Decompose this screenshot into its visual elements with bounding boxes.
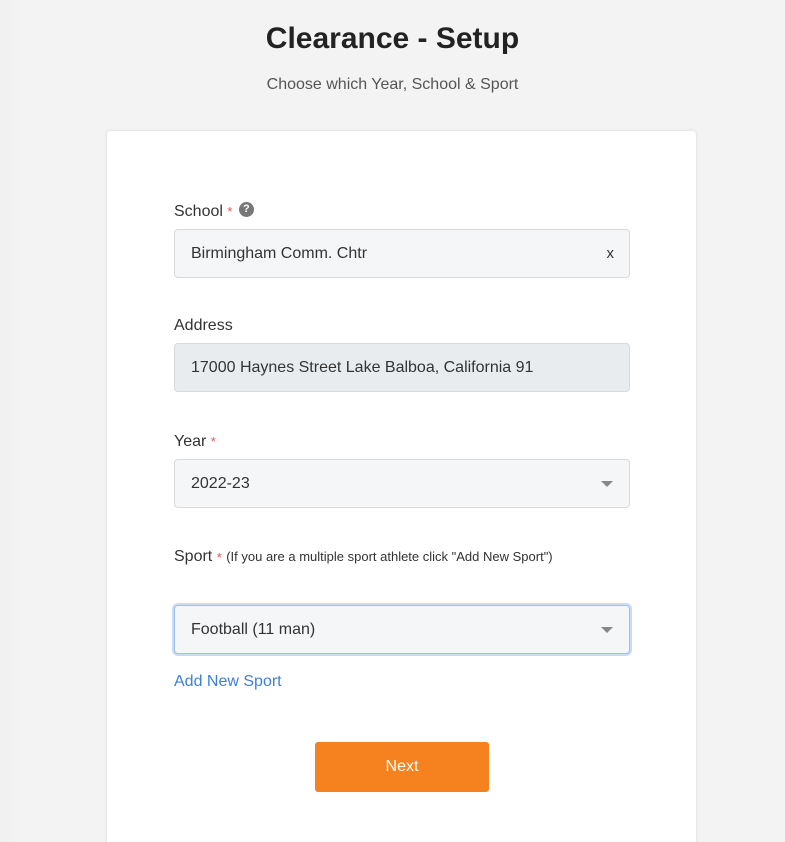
sport-label-row: Sport * (If you are a multiple sport ath… xyxy=(174,543,634,570)
page-title: Clearance - Setup xyxy=(265,22,520,55)
question-circle-icon[interactable]: ? xyxy=(238,202,254,218)
sport-label: Sport xyxy=(174,548,213,565)
school-value: Birmingham Comm. Chtr xyxy=(191,245,368,262)
school-label: School xyxy=(174,203,223,220)
year-required-mark: * xyxy=(210,434,216,449)
sport-value: Football (11 man) xyxy=(191,621,316,638)
year-select[interactable]: 2022-23 xyxy=(174,459,630,508)
school-input[interactable]: Birmingham Comm. Chtr x xyxy=(174,229,630,278)
address-field: 17000 Haynes Street Lake Balboa, Califor… xyxy=(174,343,630,392)
page-subtitle: Choose which Year, School & Sport xyxy=(266,76,519,93)
add-new-sport-link[interactable]: Add New Sport xyxy=(174,673,282,691)
sport-required-mark: * xyxy=(216,550,222,565)
school-required-mark: * xyxy=(227,204,233,219)
year-value: 2022-23 xyxy=(191,475,250,492)
address-label: Address xyxy=(174,317,233,334)
sport-select[interactable]: Football (11 man) xyxy=(174,605,630,654)
school-label-row: School * ? xyxy=(174,202,254,221)
caret-down-icon xyxy=(601,627,613,633)
next-button[interactable]: Next xyxy=(315,742,489,792)
year-label: Year xyxy=(174,433,207,450)
caret-down-icon xyxy=(601,481,613,487)
sport-hint: (If you are a multiple sport athlete cli… xyxy=(226,549,553,564)
year-label-row: Year * xyxy=(174,433,216,451)
address-value: 17000 Haynes Street Lake Balboa, Califor… xyxy=(191,359,534,376)
clear-x-icon[interactable]: x xyxy=(607,230,615,277)
